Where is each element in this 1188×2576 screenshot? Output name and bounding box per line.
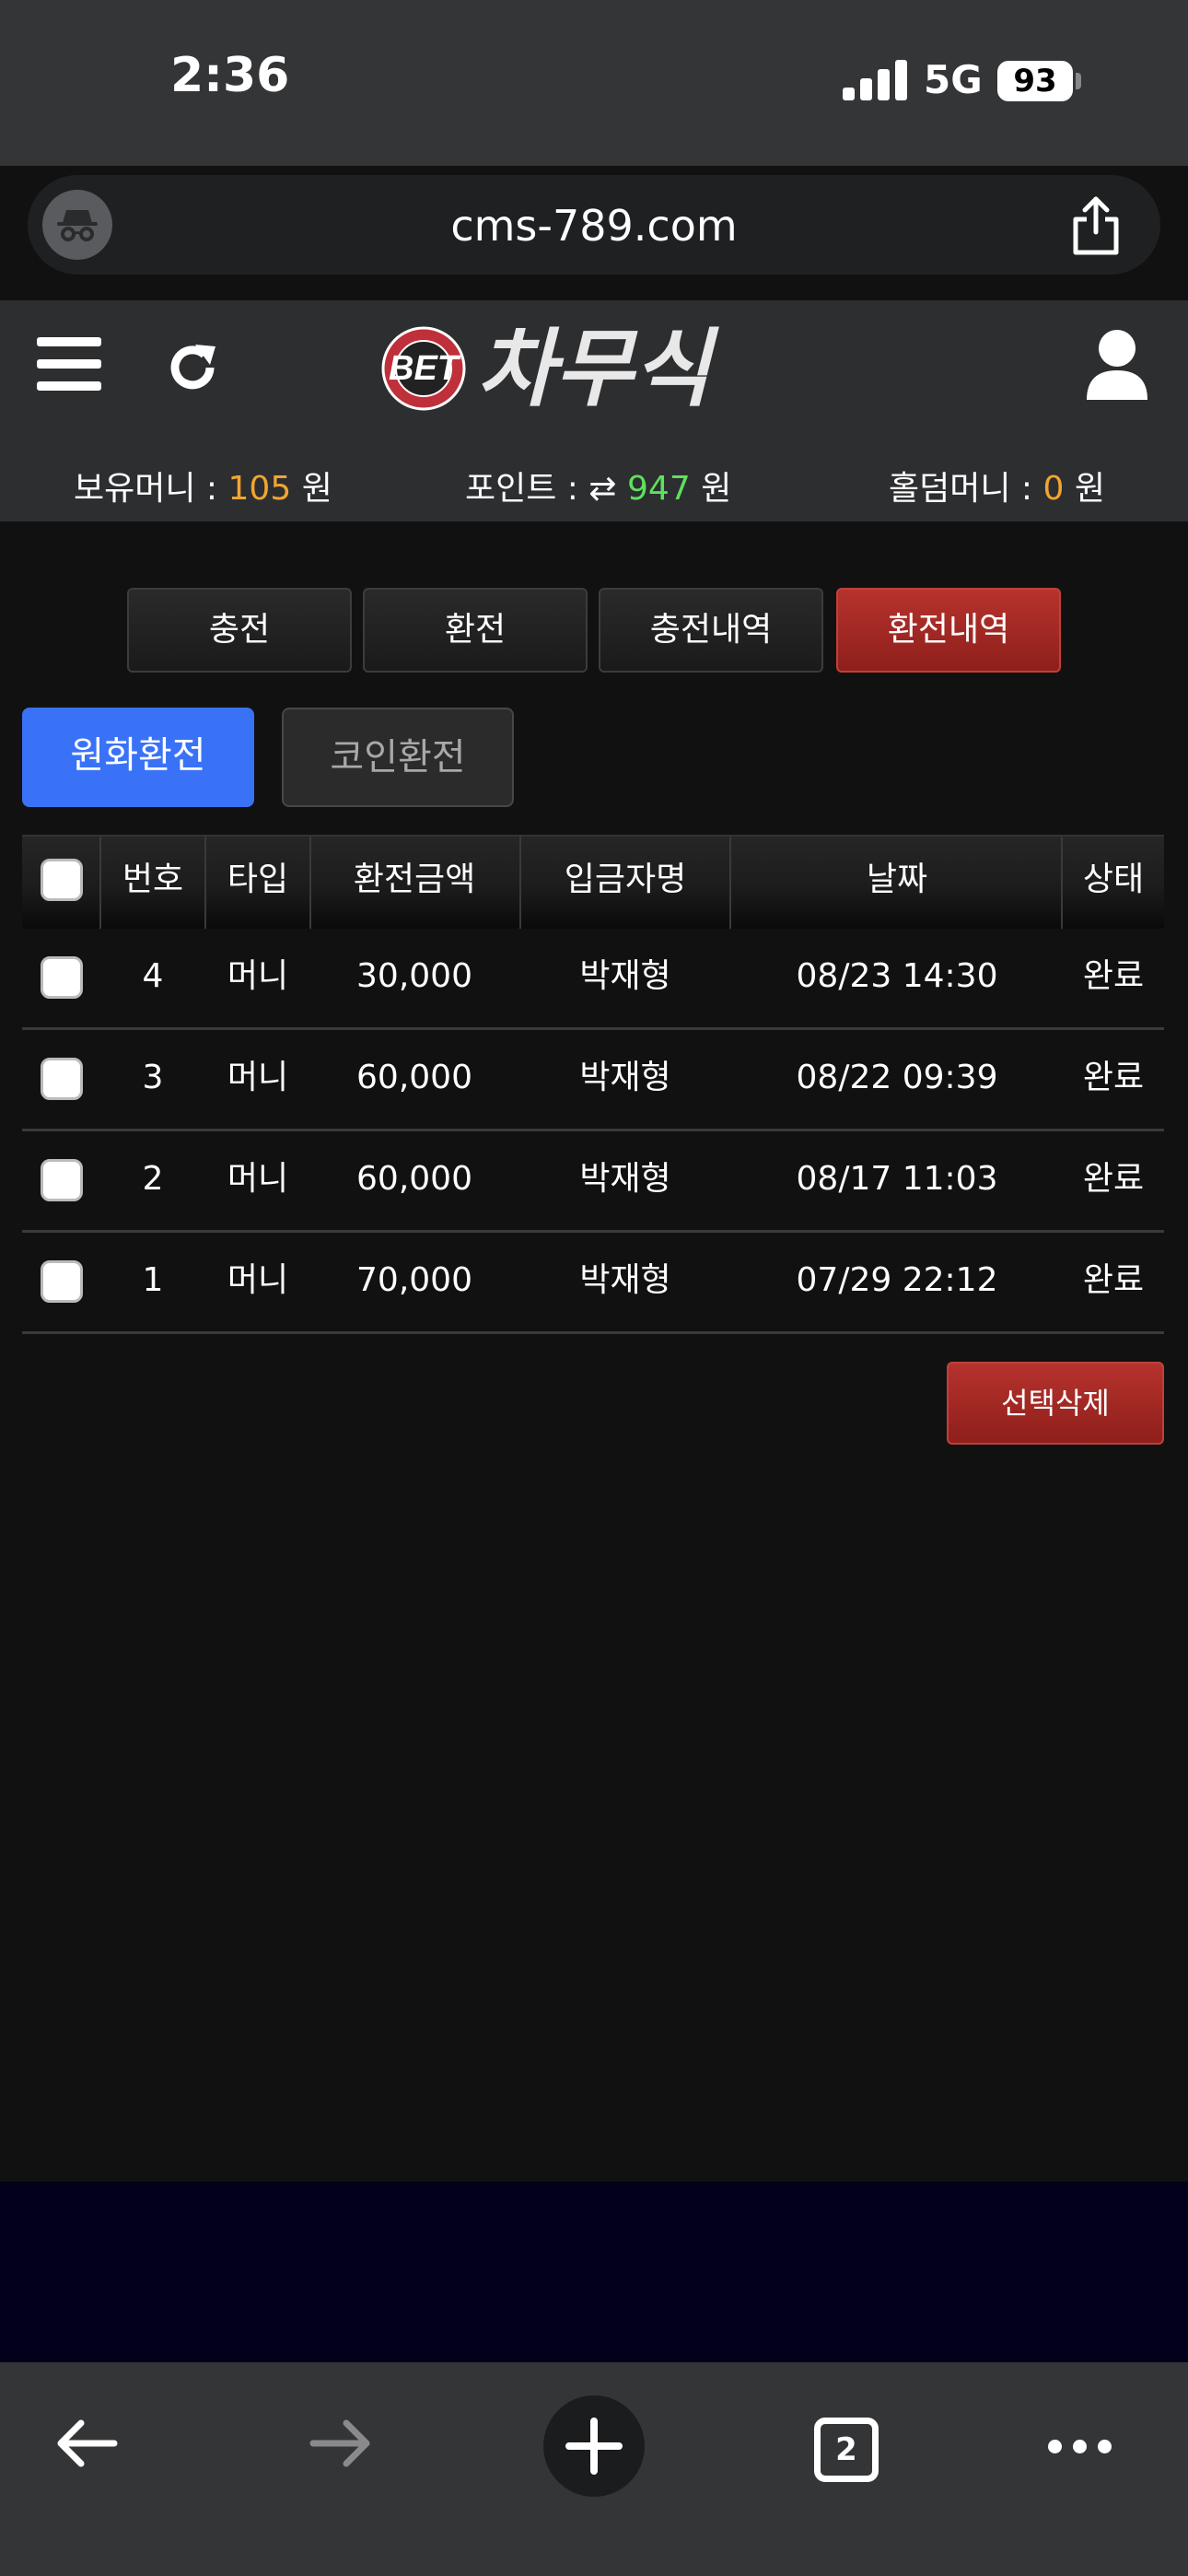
forward-arrow-icon[interactable] (308, 2416, 374, 2471)
cell-no: 1 (142, 1261, 164, 1299)
subtab-coin-withdraw[interactable]: 코인환전 (282, 708, 514, 807)
tab-withdraw[interactable]: 환전 (363, 588, 588, 673)
table-row: 1 머니 70,000 박재형 07/29 22:12 완료 (22, 1233, 1164, 1334)
cell-no: 3 (142, 1059, 164, 1096)
back-arrow-icon[interactable] (53, 2416, 120, 2471)
cell-type: 머니 (227, 957, 289, 995)
holdem-label: 홀덤머니 : (889, 470, 1033, 508)
site-header: BET 차무식 보유머니 : 105 원 포인트 : ⇄ 947 원 홀덤머니 … (0, 300, 1188, 521)
header-type: 타입 (227, 861, 289, 898)
cell-status: 완료 (1082, 957, 1145, 995)
cell-amount: 70,000 (356, 1261, 472, 1299)
exchange-arrows-icon[interactable]: ⇄ (588, 470, 616, 508)
cell-date: 08/17 11:03 (796, 1160, 998, 1198)
money-unit: 원 (301, 470, 332, 508)
withdraw-history-table: 번호 타입 환전금액 입금자명 날짜 상태 4 머니 30,000 박재형 08… (22, 835, 1164, 1334)
select-all-checkbox[interactable] (41, 859, 83, 901)
user-icon[interactable] (1085, 328, 1149, 402)
share-icon[interactable] (1068, 195, 1124, 256)
point-value: 947 (627, 470, 691, 508)
cell-amount: 30,000 (356, 957, 472, 995)
cell-type: 머니 (227, 1059, 289, 1096)
new-tab-plus-icon[interactable] (543, 2395, 645, 2497)
money-value: 105 (227, 470, 292, 508)
site-logo[interactable]: BET 차무식 (378, 313, 801, 424)
cell-no: 2 (142, 1160, 164, 1198)
battery-icon: 93 (997, 61, 1073, 101)
tab-deposit[interactable]: 충전 (127, 588, 352, 673)
more-options-icon[interactable] (1048, 2440, 1112, 2454)
cell-date: 08/23 14:30 (796, 957, 998, 995)
cell-depositor: 박재형 (579, 1261, 671, 1299)
subtab-krw-withdraw[interactable]: 원화환전 (22, 708, 254, 807)
cell-depositor: 박재형 (579, 1059, 671, 1096)
cell-date: 07/29 22:12 (796, 1261, 998, 1299)
network-label: 5G (924, 57, 983, 102)
status-time: 2:36 (170, 48, 290, 103)
money-label: 보유머니 : (74, 470, 218, 508)
tab-deposit-history[interactable]: 충전내역 (599, 588, 823, 673)
cell-depositor: 박재형 (579, 957, 671, 995)
holdem-unit: 원 (1074, 470, 1105, 508)
logo-text: 차무식 (477, 320, 719, 418)
table-header: 번호 타입 환전금액 입금자명 날짜 상태 (22, 835, 1164, 929)
balance-bar: 보유머니 : 105 원 포인트 : ⇄ 947 원 홀덤머니 : 0 원 (0, 462, 1188, 508)
header-amount: 환전금액 (353, 861, 476, 898)
browser-toolbar: 2 (0, 2362, 1188, 2576)
header-status: 상태 (1082, 861, 1145, 898)
table-row: 4 머니 30,000 박재형 08/23 14:30 완료 (22, 929, 1164, 1030)
address-bar[interactable]: cms-789.com (28, 175, 1160, 275)
delete-selected-button[interactable]: 선택삭제 (947, 1362, 1164, 1445)
header-depositor: 입금자명 (564, 861, 687, 898)
cell-date: 08/22 09:39 (796, 1059, 998, 1096)
point-label: 포인트 : (465, 470, 578, 508)
tabs-count-button[interactable]: 2 (814, 2418, 879, 2482)
table-row: 3 머니 60,000 박재형 08/22 09:39 완료 (22, 1030, 1164, 1131)
point-unit: 원 (701, 470, 732, 508)
cell-amount: 60,000 (356, 1059, 472, 1096)
point-balance: 포인트 : ⇄ 947 원 (465, 462, 731, 509)
page-footer (0, 2182, 1188, 2362)
row-checkbox[interactable] (41, 956, 83, 999)
row-checkbox[interactable] (41, 1159, 83, 1201)
refresh-icon[interactable] (164, 339, 221, 396)
cell-no: 4 (142, 957, 164, 995)
cell-amount: 60,000 (356, 1160, 472, 1198)
table-row: 2 머니 60,000 박재형 08/17 11:03 완료 (22, 1131, 1164, 1233)
header-no: 번호 (122, 861, 184, 898)
cell-depositor: 박재형 (579, 1160, 671, 1198)
tab-withdraw-history[interactable]: 환전내역 (836, 588, 1061, 673)
cell-status: 완료 (1082, 1160, 1145, 1198)
url-text[interactable]: cms-789.com (28, 201, 1160, 251)
battery-tip (1076, 73, 1081, 89)
status-bar: 2:36 5G 93 (0, 0, 1188, 166)
money-balance: 보유머니 : 105 원 (74, 462, 332, 509)
row-checkbox[interactable] (41, 1260, 83, 1303)
cell-type: 머니 (227, 1261, 289, 1299)
holdem-value: 0 (1042, 470, 1065, 508)
cell-status: 완료 (1082, 1261, 1145, 1299)
cell-status: 완료 (1082, 1059, 1145, 1096)
holdem-balance: 홀덤머니 : 0 원 (889, 462, 1105, 509)
hamburger-menu-icon[interactable] (37, 337, 101, 391)
logo-prefix: BET (389, 349, 461, 388)
header-date: 날짜 (866, 861, 928, 898)
signal-icon (843, 60, 907, 100)
cell-type: 머니 (227, 1160, 289, 1198)
row-checkbox[interactable] (41, 1058, 83, 1100)
